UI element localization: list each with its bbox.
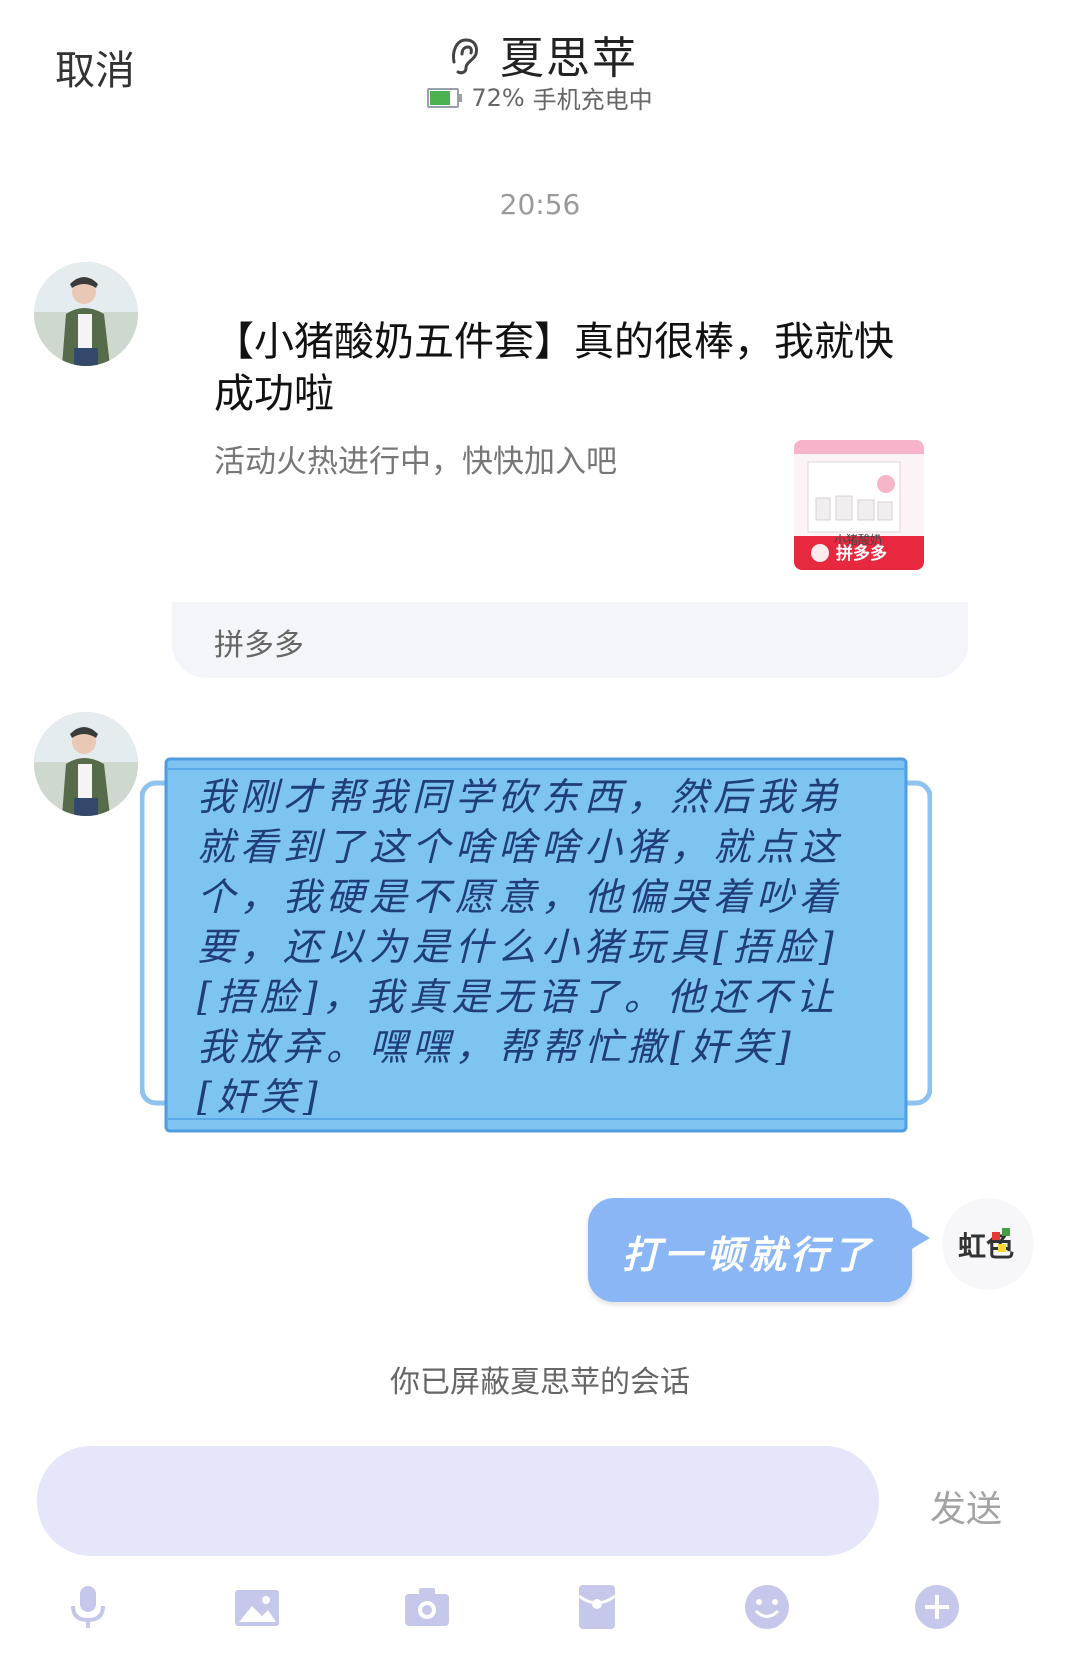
share-card-subtitle: 活动火热进行中，快快加入吧 — [214, 444, 617, 480]
incoming-message-bubble[interactable]: 我刚才帮我同学砍东西，然后我弟就看到了这个啥啥啥小猪，就点这个，我硬是不愿意，他… — [140, 755, 932, 1135]
contact-avatar[interactable] — [34, 262, 138, 366]
my-avatar[interactable]: 虹色 — [942, 1198, 1034, 1290]
contact-avatar[interactable] — [34, 712, 138, 816]
chat-screen: 取消 夏思苹 72% 手机充电中 20:56 【小猪酸奶五件套】真的很棒，我就快… — [0, 0, 1080, 1660]
battery-percent: 72% — [471, 83, 525, 112]
product-image-brand: 拼多多 — [836, 543, 887, 564]
red-packet-icon[interactable] — [572, 1582, 622, 1632]
chat-title: 夏思苹 — [0, 22, 1080, 86]
ear-icon — [452, 38, 478, 75]
contact-name: 夏思苹 — [500, 33, 638, 84]
plus-icon[interactable] — [912, 1582, 962, 1632]
outgoing-message-text: 打一顿就行了 — [622, 1232, 875, 1277]
charging-status: 手机充电中 — [532, 86, 653, 114]
message-timestamp: 20:56 — [499, 188, 581, 221]
message-input[interactable] — [37, 1446, 879, 1556]
product-thumbnail: 小猪酸奶 拼多多 — [794, 440, 924, 570]
send-button[interactable]: 发送 — [930, 1480, 1002, 1532]
share-card-footer: 拼多多 — [172, 602, 968, 678]
chat-toolbar — [0, 1582, 1080, 1642]
share-card[interactable]: 【小猪酸奶五件套】真的很棒，我就快成功啦 活动火热进行中，快快加入吧 小猪酸奶 … — [172, 280, 968, 678]
battery-icon — [427, 87, 463, 108]
camera-icon[interactable] — [402, 1582, 452, 1632]
share-card-source: 拼多多 — [214, 628, 304, 663]
emoji-icon[interactable] — [742, 1582, 792, 1632]
microphone-icon[interactable] — [63, 1582, 113, 1632]
contact-status: 72% 手机充电中 — [0, 80, 1080, 115]
outgoing-message-bubble[interactable]: 打一顿就行了 — [588, 1198, 930, 1302]
share-card-title: 【小猪酸奶五件套】真的很棒，我就快成功啦 — [214, 319, 894, 417]
product-image: 小猪酸奶 拼多多 — [794, 440, 924, 570]
blocked-notice: 你已屏蔽夏思苹的会话 — [390, 1365, 690, 1400]
incoming-message-text: 我刚才帮我同学砍东西，然后我弟就看到了这个啥啥啥小猪，就点这个，我硬是不愿意，他… — [197, 775, 843, 1119]
image-icon[interactable] — [232, 1582, 282, 1632]
